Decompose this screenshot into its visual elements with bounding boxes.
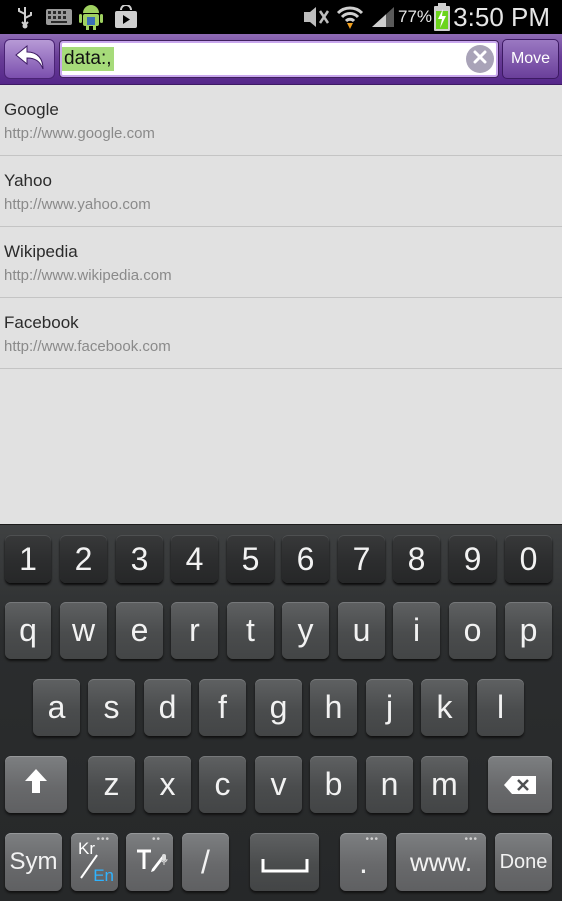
key-a[interactable]: a bbox=[33, 679, 80, 736]
url-input[interactable]: data:, bbox=[59, 40, 499, 78]
suggestion-url: http://www.facebook.com bbox=[4, 338, 171, 355]
key-c[interactable]: c bbox=[199, 756, 246, 813]
shift-arrow-icon bbox=[23, 766, 49, 803]
clock: 3:50 PM bbox=[453, 2, 550, 32]
suggestion-list: Google http://www.google.com Yahoo http:… bbox=[0, 85, 562, 369]
done-key[interactable]: Done bbox=[495, 833, 552, 891]
suggestion-url: http://www.yahoo.com bbox=[4, 196, 151, 213]
more-dots-icon: ••• bbox=[464, 834, 478, 845]
key-r[interactable]: r bbox=[171, 602, 218, 659]
key-0[interactable]: 0 bbox=[505, 535, 552, 583]
slash-key[interactable]: / bbox=[182, 833, 229, 891]
key-l[interactable]: l bbox=[477, 679, 524, 736]
close-icon bbox=[473, 50, 487, 69]
list-item[interactable]: Yahoo http://www.yahoo.com bbox=[0, 156, 562, 227]
space-key[interactable] bbox=[250, 833, 319, 891]
key-g[interactable]: g bbox=[255, 679, 302, 736]
battery-percent: 77% bbox=[398, 7, 433, 26]
key-t[interactable]: t bbox=[227, 602, 274, 659]
status-bar: 77% 3:50 PM bbox=[0, 0, 562, 34]
back-arrow-icon bbox=[13, 42, 47, 77]
key-s[interactable]: s bbox=[88, 679, 135, 736]
backspace-icon bbox=[503, 766, 537, 803]
suggestion-title: Wikipedia bbox=[4, 242, 78, 261]
list-item[interactable]: Google http://www.google.com bbox=[0, 85, 562, 156]
move-button[interactable]: Move bbox=[502, 39, 559, 79]
key-e[interactable]: e bbox=[116, 602, 163, 659]
backspace-key[interactable] bbox=[488, 756, 552, 813]
key-7[interactable]: 7 bbox=[338, 535, 385, 583]
key-5[interactable]: 5 bbox=[227, 535, 274, 583]
more-dots-icon: ••• bbox=[365, 834, 379, 845]
signal-mute-icon bbox=[302, 4, 330, 30]
address-bar: data:, Move bbox=[0, 34, 562, 85]
sym-key[interactable]: Sym bbox=[5, 833, 62, 891]
url-text[interactable]: data:, bbox=[62, 47, 114, 71]
key-8[interactable]: 8 bbox=[393, 535, 440, 583]
language-key[interactable]: ••• Kr En bbox=[71, 833, 118, 891]
key-x[interactable]: x bbox=[144, 756, 191, 813]
key-3[interactable]: 3 bbox=[116, 535, 163, 583]
more-dots-icon: ••• bbox=[96, 834, 110, 845]
lang-kr-label: Kr bbox=[78, 839, 95, 858]
shift-key[interactable] bbox=[5, 756, 67, 813]
cell-signal-icon bbox=[370, 4, 396, 30]
key-4[interactable]: 4 bbox=[171, 535, 218, 583]
www-label: www. bbox=[409, 846, 473, 877]
key-n[interactable]: n bbox=[366, 756, 413, 813]
key-u[interactable]: u bbox=[338, 602, 385, 659]
period-key[interactable]: ••• . bbox=[340, 833, 387, 891]
key-9[interactable]: 9 bbox=[449, 535, 496, 583]
key-w[interactable]: w bbox=[60, 602, 107, 659]
key-d[interactable]: d bbox=[144, 679, 191, 736]
key-m[interactable]: m bbox=[421, 756, 468, 813]
key-z[interactable]: z bbox=[88, 756, 135, 813]
play-store-icon bbox=[113, 4, 139, 30]
back-button[interactable] bbox=[4, 39, 55, 79]
android-icon bbox=[78, 4, 104, 30]
key-f[interactable]: f bbox=[199, 679, 246, 736]
www-key[interactable]: ••• www. bbox=[396, 833, 486, 891]
suggestion-title: Facebook bbox=[4, 313, 79, 332]
wifi-icon bbox=[336, 4, 364, 30]
clear-url-button[interactable] bbox=[466, 45, 494, 73]
key-b[interactable]: b bbox=[310, 756, 357, 813]
list-item[interactable]: Wikipedia http://www.wikipedia.com bbox=[0, 227, 562, 298]
key-y[interactable]: y bbox=[282, 602, 329, 659]
list-item[interactable]: Facebook http://www.facebook.com bbox=[0, 298, 562, 369]
suggestion-url: http://www.wikipedia.com bbox=[4, 267, 172, 284]
key-i[interactable]: i bbox=[393, 602, 440, 659]
mic-icon bbox=[160, 837, 168, 874]
key-6[interactable]: 6 bbox=[282, 535, 329, 583]
suggestion-title: Google bbox=[4, 100, 59, 119]
key-1[interactable]: 1 bbox=[5, 535, 51, 583]
key-2[interactable]: 2 bbox=[60, 535, 107, 583]
usb-icon bbox=[14, 4, 36, 30]
battery-charging-icon bbox=[433, 3, 451, 31]
soft-keyboard: 1 2 3 4 5 6 7 8 9 0 q w e r t y u i o p … bbox=[0, 524, 562, 901]
key-k[interactable]: k bbox=[421, 679, 468, 736]
key-v[interactable]: v bbox=[255, 756, 302, 813]
key-q[interactable]: q bbox=[5, 602, 51, 659]
handwriting-key[interactable]: •• bbox=[126, 833, 173, 891]
period-label: . bbox=[359, 843, 368, 880]
lang-en-label: En bbox=[93, 866, 114, 885]
suggestion-title: Yahoo bbox=[4, 171, 52, 190]
keyboard-icon bbox=[46, 4, 72, 30]
key-j[interactable]: j bbox=[366, 679, 413, 736]
suggestion-url: http://www.google.com bbox=[4, 125, 155, 142]
space-bar-icon bbox=[261, 844, 309, 881]
key-p[interactable]: p bbox=[505, 602, 552, 659]
key-o[interactable]: o bbox=[449, 602, 496, 659]
key-h[interactable]: h bbox=[310, 679, 357, 736]
